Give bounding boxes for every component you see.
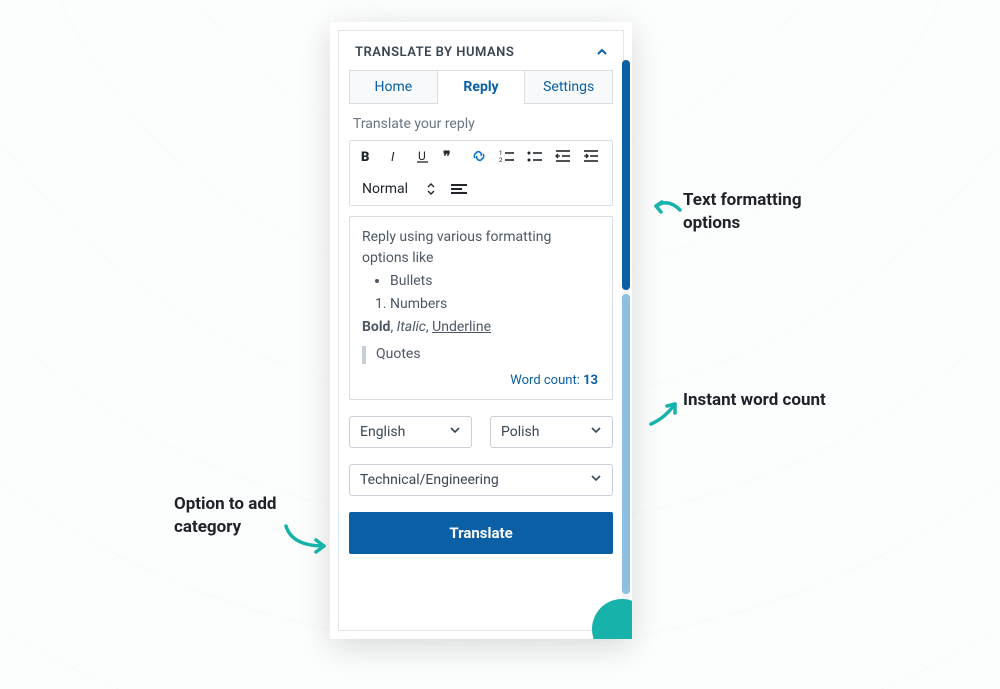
tab-settings[interactable]: Settings: [525, 70, 613, 103]
callout-formatting: Text formatting options: [683, 189, 863, 235]
arrow-icon: [282, 522, 330, 556]
editor-quote-line: Quotes: [362, 344, 600, 365]
word-count: Word count: 13: [362, 365, 600, 393]
indent-icon[interactable]: [582, 147, 600, 165]
arrow-icon: [650, 192, 684, 220]
quote-icon[interactable]: ❞: [442, 147, 460, 165]
outdent-icon[interactable]: [554, 147, 572, 165]
arrow-icon: [647, 398, 683, 428]
word-count-label: Word count:: [510, 373, 583, 388]
sort-icon: [426, 182, 436, 196]
translate-button-label: Translate: [449, 524, 512, 542]
word-count-value: 13: [583, 373, 598, 388]
align-icon[interactable]: [450, 182, 468, 196]
subtitle: Translate your reply: [339, 104, 623, 140]
svg-text:❞: ❞: [443, 149, 451, 163]
editor-underline: Underline: [432, 319, 491, 335]
scrollbar-thumb-secondary[interactable]: [622, 294, 630, 594]
editor-bold: Bold: [362, 319, 390, 335]
target-language-label: Polish: [501, 424, 539, 440]
collapse-caret[interactable]: [597, 46, 607, 60]
tabs: Home Reply Settings: [349, 70, 613, 104]
source-language-label: English: [360, 424, 405, 440]
tab-settings-label: Settings: [543, 79, 594, 95]
svg-text:U: U: [418, 149, 426, 163]
link-icon[interactable]: [470, 147, 488, 165]
ordered-list-icon[interactable]: 12: [498, 147, 516, 165]
category-row: Technical/Engineering: [349, 464, 613, 496]
translate-panel: TRANSLATE BY HUMANS Home Reply Settings …: [330, 22, 632, 639]
chevron-down-icon: [590, 424, 602, 440]
tab-reply-label: Reply: [463, 79, 498, 95]
tab-home[interactable]: Home: [349, 70, 438, 103]
editor-area[interactable]: Reply using various formatting options l…: [349, 216, 613, 400]
formatting-toolbar: B I U ❞ 12 Normal: [349, 140, 613, 206]
chevron-down-icon: [590, 472, 602, 488]
corner-decor: [590, 597, 632, 639]
editor-number: Numbers: [390, 294, 600, 315]
panel-title: TRANSLATE BY HUMANS: [355, 45, 514, 60]
editor-intro: Reply using various formatting options l…: [362, 227, 600, 269]
category-select[interactable]: Technical/Engineering: [349, 464, 613, 496]
svg-text:1: 1: [499, 150, 502, 157]
underline-icon[interactable]: U: [414, 147, 432, 165]
language-row: English Polish: [349, 416, 613, 448]
svg-text:I: I: [391, 150, 395, 163]
quote-bar-icon: [362, 346, 366, 364]
unordered-list-icon[interactable]: [526, 147, 544, 165]
bold-icon[interactable]: B: [358, 147, 376, 165]
chevron-down-icon: [449, 424, 461, 440]
tab-home-label: Home: [374, 79, 412, 95]
heading-select[interactable]: Normal: [358, 179, 440, 199]
editor-styles-line: Bold, Italic, Underline: [362, 317, 600, 338]
editor-quotes: Quotes: [376, 344, 421, 365]
svg-text:B: B: [361, 150, 369, 163]
source-language-select[interactable]: English: [349, 416, 472, 448]
heading-select-label: Normal: [362, 181, 408, 197]
svg-text:2: 2: [499, 157, 503, 163]
panel-inner: TRANSLATE BY HUMANS Home Reply Settings …: [338, 30, 624, 631]
callout-wordcount: Instant word count: [683, 389, 843, 412]
scrollbar-thumb[interactable]: [622, 60, 630, 290]
editor-bullet: Bullets: [390, 271, 600, 292]
tab-reply[interactable]: Reply: [438, 70, 526, 103]
target-language-select[interactable]: Polish: [490, 416, 613, 448]
translate-button[interactable]: Translate: [349, 512, 613, 554]
panel-header: TRANSLATE BY HUMANS: [339, 31, 623, 70]
editor-italic: Italic: [397, 319, 426, 335]
italic-icon[interactable]: I: [386, 147, 404, 165]
category-label: Technical/Engineering: [360, 472, 499, 488]
